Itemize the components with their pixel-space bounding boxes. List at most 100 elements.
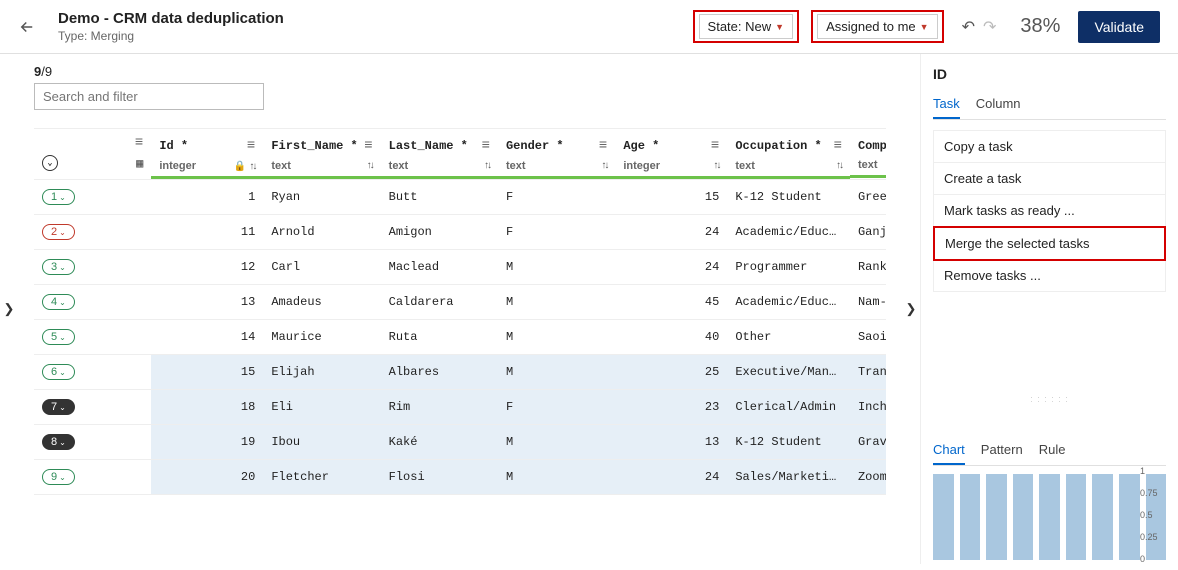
drag-handle-icon[interactable]: : : : : : : — [933, 394, 1166, 408]
sort-icon[interactable]: ↑↓ — [601, 160, 607, 171]
column-menu-icon[interactable]: ≡ — [364, 138, 372, 154]
table-row[interactable]: 7 ⌄18EliRimF23Clerical/AdminInchfir — [34, 390, 886, 425]
cell-occ: Academic/Educ... — [727, 286, 850, 318]
cell-age: 23 — [615, 391, 727, 423]
state-filter[interactable]: State: New ▼ — [699, 14, 794, 39]
cell-fn: Arnold — [263, 216, 380, 248]
sort-icon[interactable]: ↑↓ — [249, 161, 255, 172]
cell-age: 25 — [615, 356, 727, 388]
tab-column[interactable]: Column — [976, 92, 1021, 119]
row-badge[interactable]: 6 ⌄ — [42, 364, 75, 380]
cell-fn: Carl — [263, 251, 380, 283]
validate-button[interactable]: Validate — [1078, 11, 1160, 43]
lock-icon: 🔒 — [234, 161, 246, 172]
tab-task[interactable]: Task — [933, 92, 960, 119]
cell-id: 15 — [151, 356, 263, 388]
table-row[interactable]: 1 ⌄1RyanButtF15K-12 StudentGreenta — [34, 180, 886, 215]
cell-fn: Amadeus — [263, 286, 380, 318]
cell-comp: Inchfir — [850, 391, 886, 423]
chevron-down-icon: ▼ — [775, 22, 784, 32]
cell-comp: Zoomtex — [850, 461, 886, 493]
cell-age: 13 — [615, 426, 727, 458]
column-menu-icon[interactable]: ≡ — [599, 138, 607, 154]
topbar: Demo - CRM data deduplication Type: Merg… — [0, 0, 1178, 54]
table-row[interactable]: 9 ⌄20FletcherFlosiM24Sales/MarketingZoom… — [34, 460, 886, 495]
left-panel-expand[interactable]: ❯ — [0, 54, 18, 564]
sort-icon[interactable]: ↑↓ — [367, 160, 373, 171]
action-item[interactable]: Merge the selected tasks — [933, 226, 1166, 261]
table-row[interactable]: 2 ⌄11ArnoldAmigonF24Academic/Educ...Ganj… — [34, 215, 886, 250]
table-row[interactable]: 6 ⌄ 15ElijahAlbaresM25Executive/Man...Tra… — [34, 355, 886, 390]
row-badge[interactable]: 1 ⌄ — [42, 189, 75, 205]
cell-occ: Clerical/Admin — [727, 391, 850, 423]
cell-comp: Greenta — [850, 181, 886, 213]
chart-bar — [986, 474, 1007, 560]
action-item[interactable]: Mark tasks as ready ... — [934, 195, 1165, 227]
table-row[interactable]: 3 ⌄12CarlMacleadM24ProgrammerRankele — [34, 250, 886, 285]
minitab-rule[interactable]: Rule — [1039, 438, 1066, 465]
cell-comp: Tranlam — [850, 356, 886, 388]
column-menu-icon[interactable]: ≡ — [135, 135, 143, 151]
expand-all-icon[interactable]: ⌄ — [42, 155, 58, 171]
action-item[interactable]: Copy a task — [934, 131, 1165, 163]
cell-id: 11 — [151, 216, 263, 248]
cell-occ: Executive/Man... — [727, 356, 850, 388]
layout-grid-icon[interactable]: ▦ — [136, 156, 143, 171]
col-occ-label: Occupation * — [735, 139, 821, 153]
row-badge[interactable]: 7 ⌄ — [42, 399, 75, 415]
action-item[interactable]: Create a task — [934, 163, 1165, 195]
state-filter-highlight: State: New ▼ — [693, 10, 800, 43]
row-badge[interactable]: 4 ⌄ — [42, 294, 75, 310]
cell-age: 24 — [615, 461, 727, 493]
cell-occ: K-12 Student — [727, 426, 850, 458]
cell-id: 1 — [151, 181, 263, 213]
col-id-label: Id * — [159, 139, 188, 153]
sort-icon[interactable]: ↑↓ — [836, 160, 842, 171]
cell-comp: Rankele — [850, 251, 886, 283]
chart-bar — [1066, 474, 1087, 560]
cell-ln: Albares — [381, 356, 498, 388]
cell-ln: Kaké — [381, 426, 498, 458]
cell-gd: M — [498, 426, 615, 458]
col-comp-label: Compa — [858, 139, 886, 153]
cell-ln: Caldarera — [381, 286, 498, 318]
sort-icon[interactable]: ↑↓ — [484, 160, 490, 171]
row-badge[interactable]: 5 ⌄ — [42, 329, 75, 345]
table-row[interactable]: 8 ⌄19IbouKakéM13K-12 StudentGravedr — [34, 425, 886, 460]
cell-fn: Ryan — [263, 181, 380, 213]
row-badge[interactable]: 3 ⌄ — [42, 259, 75, 275]
table-row[interactable]: 4 ⌄13AmadeusCaldareraM45Academic/Educ...… — [34, 285, 886, 320]
search-input[interactable] — [34, 83, 264, 110]
minitab-chart[interactable]: Chart — [933, 438, 965, 465]
row-badge[interactable]: 2 ⌄ — [42, 224, 75, 240]
minitab-pattern[interactable]: Pattern — [981, 438, 1023, 465]
right-panel-collapse[interactable]: ❯ — [902, 54, 920, 564]
cell-gd: F — [498, 181, 615, 213]
action-item[interactable]: Remove tasks ... — [934, 260, 1165, 291]
page-title: Demo - CRM data deduplication — [58, 10, 284, 27]
column-menu-icon[interactable]: ≡ — [247, 138, 255, 154]
cell-gd: M — [498, 251, 615, 283]
assign-filter[interactable]: Assigned to me ▼ — [817, 14, 938, 39]
table-row[interactable]: 5 ⌄14MauriceRutaM40OtherSaois — [34, 320, 886, 355]
sort-icon[interactable]: ↑↓ — [713, 160, 719, 171]
row-badge[interactable]: 8 ⌄ — [42, 434, 75, 450]
chart-axis: 10.750.50.250 — [1136, 466, 1166, 564]
row-counter: 9/9 — [34, 64, 886, 79]
chart-bar — [933, 474, 954, 560]
redo-icon[interactable]: ↷ — [983, 17, 996, 37]
cell-occ: Other — [727, 321, 850, 353]
data-grid: ≡ ⌄ ▦ Id *≡ integer🔒 ↑↓ First_Name *≡ te — [34, 129, 886, 495]
cell-ln: Maclead — [381, 251, 498, 283]
back-arrow-icon[interactable] — [18, 18, 36, 36]
undo-icon[interactable]: ↶ — [962, 17, 975, 37]
cell-occ: Sales/Marketing — [727, 461, 850, 493]
column-menu-icon[interactable]: ≡ — [834, 138, 842, 154]
column-menu-icon[interactable]: ≡ — [711, 138, 719, 154]
col-age-label: Age * — [623, 139, 659, 153]
cell-fn: Ibou — [263, 426, 380, 458]
cell-fn: Elijah — [263, 356, 380, 388]
row-badge[interactable]: 9 ⌄ — [42, 469, 75, 485]
cell-gd: M — [498, 356, 615, 388]
column-menu-icon[interactable]: ≡ — [482, 138, 490, 154]
